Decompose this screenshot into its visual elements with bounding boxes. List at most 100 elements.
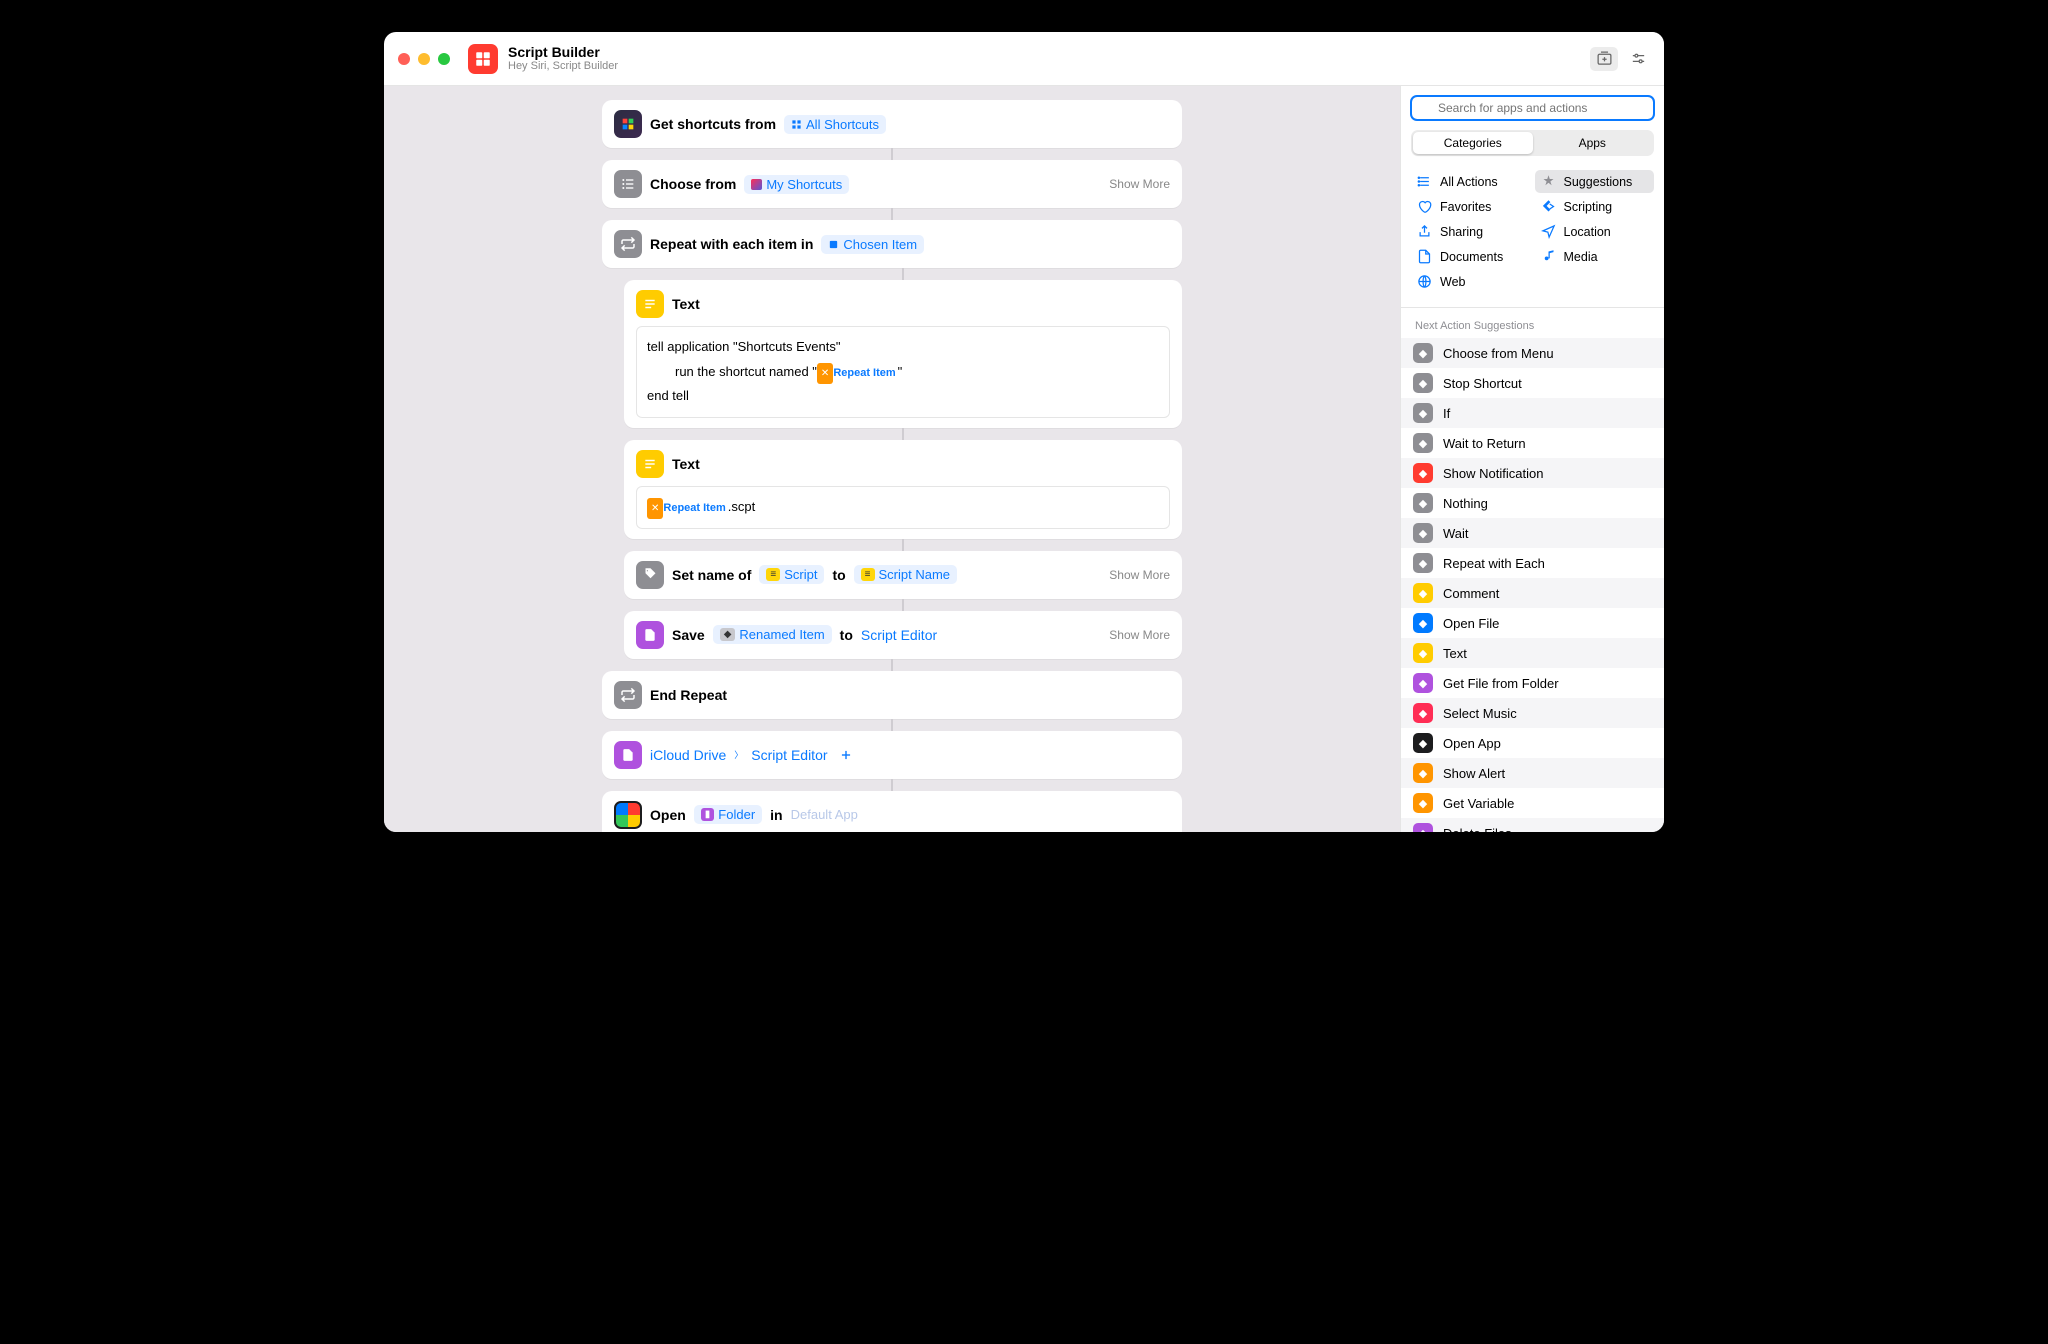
- repeat-icon: [614, 230, 642, 258]
- token-my-shortcuts[interactable]: My Shortcuts: [744, 175, 849, 194]
- suggestion-open-file[interactable]: ◆Open File: [1401, 608, 1664, 638]
- action-label: Text: [672, 456, 700, 472]
- category-location[interactable]: Location: [1535, 220, 1655, 243]
- app-window: Script Builder Hey Siri, Script Builder …: [384, 32, 1664, 832]
- action-repeat[interactable]: Repeat with each item in Chosen Item: [602, 220, 1182, 268]
- shortcuts-icon: [614, 110, 642, 138]
- suggestion-icon: ◆: [1413, 493, 1433, 513]
- suggestion-stop-shortcut[interactable]: ◆Stop Shortcut: [1401, 368, 1664, 398]
- text-content[interactable]: ✕Repeat Item.scpt: [636, 486, 1170, 529]
- token-repeat-item[interactable]: ✕: [817, 363, 833, 384]
- suggestion-if[interactable]: ◆If: [1401, 398, 1664, 428]
- token-repeat-item[interactable]: ✕: [647, 498, 663, 519]
- category-all-actions[interactable]: All Actions: [1411, 170, 1531, 193]
- doc-chip-icon: ▮: [701, 808, 715, 821]
- show-more[interactable]: Show More: [1109, 568, 1170, 582]
- action-open[interactable]: Open ▮Folder in Default App Show Open In…: [602, 791, 1182, 832]
- suggestion-get-file-from-folder[interactable]: ◆Get File from Folder: [1401, 668, 1664, 698]
- suggestion-show-notification[interactable]: ◆Show Notification: [1401, 458, 1664, 488]
- suggestion-icon: ◆: [1413, 433, 1433, 453]
- action-label: Text: [672, 296, 700, 312]
- token-chosen-item[interactable]: Chosen Item: [821, 235, 924, 254]
- token-renamed-item[interactable]: ◆Renamed Item: [713, 625, 832, 644]
- token-default-app[interactable]: Default App: [791, 807, 858, 822]
- category-sharing[interactable]: Sharing: [1411, 220, 1531, 243]
- suggestion-icon: ◆: [1413, 793, 1433, 813]
- suggestion-show-alert[interactable]: ◆Show Alert: [1401, 758, 1664, 788]
- add-path-button[interactable]: [836, 745, 856, 765]
- suggestion-icon: ◆: [1413, 463, 1433, 483]
- token-script[interactable]: ≡Script: [759, 565, 824, 584]
- category-web[interactable]: Web: [1411, 270, 1531, 293]
- suggestion-icon: ◆: [1413, 763, 1433, 783]
- library-button[interactable]: [1590, 47, 1618, 71]
- action-get-shortcuts[interactable]: Get shortcuts from All Shortcuts: [602, 100, 1182, 148]
- text-icon: [636, 290, 664, 318]
- category-favorites[interactable]: Favorites: [1411, 195, 1531, 218]
- category-suggestions[interactable]: Suggestions: [1535, 170, 1655, 193]
- launchpad-icon: [614, 801, 642, 829]
- app-icon: [468, 44, 498, 74]
- text-content[interactable]: tell application "Shortcuts Events" run …: [636, 326, 1170, 418]
- action-text-2[interactable]: Text ✕Repeat Item.scpt: [624, 440, 1182, 539]
- action-label: Open: [650, 807, 686, 823]
- suggestion-icon: ◆: [1413, 613, 1433, 633]
- suggestion-icon: ◆: [1413, 673, 1433, 693]
- suggestion-delete-files[interactable]: ◆Delete Files: [1401, 818, 1664, 832]
- action-text-1[interactable]: Text tell application "Shortcuts Events"…: [624, 280, 1182, 428]
- tab-categories[interactable]: Categories: [1413, 132, 1533, 154]
- show-more[interactable]: Show More: [1109, 177, 1170, 191]
- category-scripting[interactable]: Scripting: [1535, 195, 1655, 218]
- suggestion-select-music[interactable]: ◆Select Music: [1401, 698, 1664, 728]
- suggestion-icon: ◆: [1413, 343, 1433, 363]
- fullscreen-window[interactable]: [438, 53, 450, 65]
- suggestion-wait[interactable]: ◆Wait: [1401, 518, 1664, 548]
- text-chip-icon: ≡: [766, 568, 780, 581]
- search-input[interactable]: [1411, 96, 1654, 120]
- chevron-right-icon: 〉: [734, 748, 743, 761]
- close-window[interactable]: [398, 53, 410, 65]
- action-set-name[interactable]: Set name of ≡Script to ≡Script Name Show…: [624, 551, 1182, 599]
- traffic-lights: [398, 53, 450, 65]
- suggestion-comment[interactable]: ◆Comment: [1401, 578, 1664, 608]
- workflow-editor[interactable]: Get shortcuts from All Shortcuts Choose …: [384, 86, 1400, 832]
- sidebar: Categories Apps All ActionsSuggestionsFa…: [1400, 86, 1664, 832]
- suggestion-icon: ◆: [1413, 703, 1433, 723]
- suggestion-text[interactable]: ◆Text: [1401, 638, 1664, 668]
- tab-apps[interactable]: Apps: [1533, 132, 1653, 154]
- path-icloud[interactable]: iCloud Drive: [650, 747, 726, 763]
- suggestion-wait-to-return[interactable]: ◆Wait to Return: [1401, 428, 1664, 458]
- action-folder-path[interactable]: iCloud Drive 〉 Script Editor: [602, 731, 1182, 779]
- suggestion-open-app[interactable]: ◆Open App: [1401, 728, 1664, 758]
- action-save[interactable]: Save ◆Renamed Item to Script Editor Show…: [624, 611, 1182, 659]
- minimize-window[interactable]: [418, 53, 430, 65]
- action-label: Repeat with each item in: [650, 236, 813, 252]
- suggestion-icon: ◆: [1413, 823, 1433, 832]
- category-media[interactable]: Media: [1535, 245, 1655, 268]
- show-more[interactable]: Show More: [1109, 628, 1170, 642]
- window-subtitle: Hey Siri, Script Builder: [508, 60, 618, 73]
- action-end-repeat[interactable]: End Repeat: [602, 671, 1182, 719]
- action-choose-from[interactable]: Choose from My Shortcuts Show More: [602, 160, 1182, 208]
- action-label: Get shortcuts from: [650, 116, 776, 132]
- suggestion-icon: ◆: [1413, 583, 1433, 603]
- token-script-name[interactable]: ≡Script Name: [854, 565, 957, 584]
- suggestion-nothing[interactable]: ◆Nothing: [1401, 488, 1664, 518]
- suggestion-choose-from-menu[interactable]: ◆Choose from Menu: [1401, 338, 1664, 368]
- suggestion-get-variable[interactable]: ◆Get Variable: [1401, 788, 1664, 818]
- suggestion-repeat-with-each[interactable]: ◆Repeat with Each: [1401, 548, 1664, 578]
- tab-segment[interactable]: Categories Apps: [1411, 130, 1654, 156]
- suggestion-icon: ◆: [1413, 733, 1433, 753]
- text-icon: [636, 450, 664, 478]
- list-icon: [614, 170, 642, 198]
- tag-chip-icon: ◆: [720, 628, 736, 641]
- path-scripteditor[interactable]: Script Editor: [751, 747, 827, 763]
- category-documents[interactable]: Documents: [1411, 245, 1531, 268]
- suggestion-icon: ◆: [1413, 523, 1433, 543]
- suggestion-icon: ◆: [1413, 553, 1433, 573]
- token-all-shortcuts[interactable]: All Shortcuts: [784, 115, 886, 134]
- document-icon: [636, 621, 664, 649]
- token-folder[interactable]: ▮Folder: [694, 805, 762, 824]
- settings-button[interactable]: [1624, 47, 1652, 71]
- token-script-editor[interactable]: Script Editor: [861, 627, 937, 643]
